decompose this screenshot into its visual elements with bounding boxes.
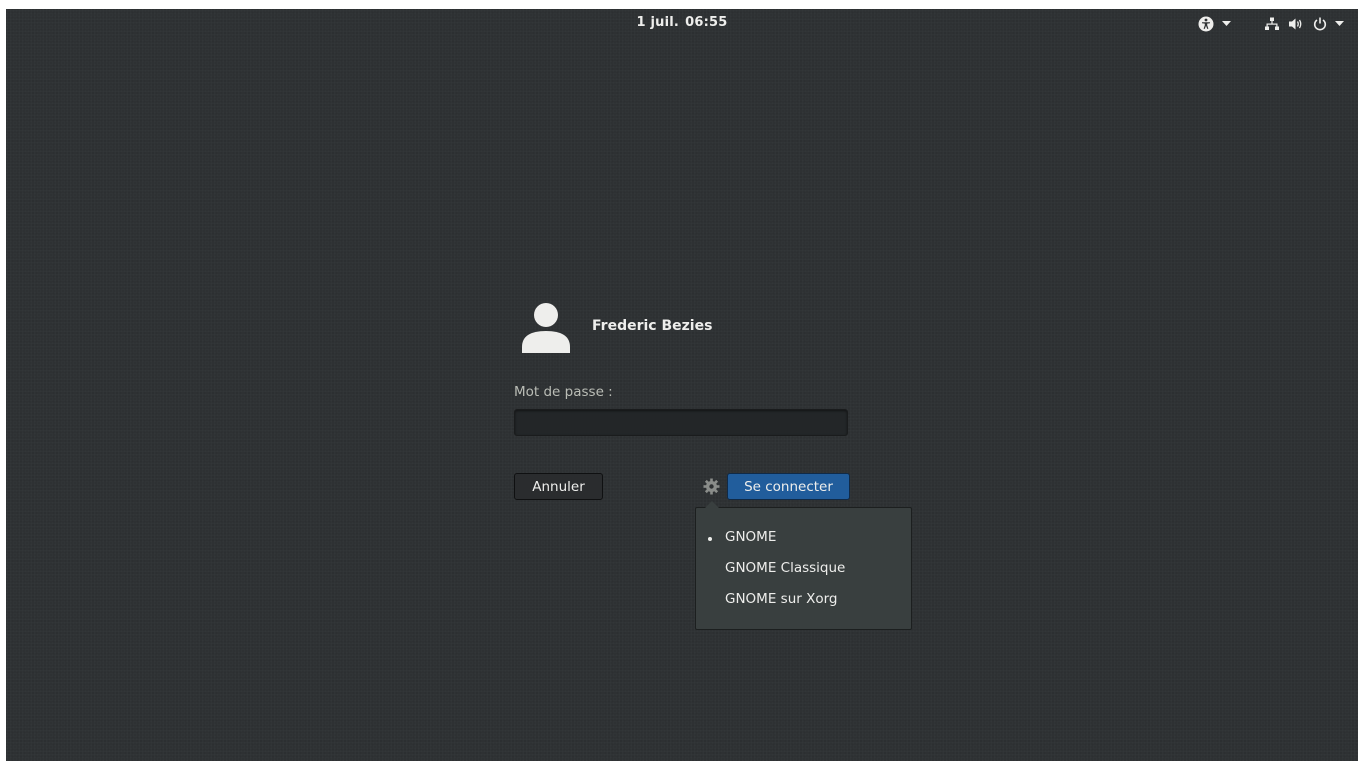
chevron-down-icon (1335, 21, 1344, 27)
accessibility-icon (1198, 16, 1214, 32)
clock-date: 1 juil. (636, 15, 680, 30)
login-button[interactable]: Se connecter (727, 473, 850, 500)
password-field[interactable] (514, 409, 848, 436)
top-bar: 1 juil. 06:55 (6, 9, 1358, 39)
user-name: Frederic Bezies (592, 318, 713, 334)
login-screen: 1 juil. 06:55 Frederic Bezies Mot de pas… (6, 9, 1358, 761)
cancel-button[interactable]: Annuler (514, 473, 603, 500)
selected-bullet-icon (708, 537, 712, 541)
session-item-gnome-classique[interactable]: GNOME Classique (725, 560, 845, 576)
menu-arrow (705, 501, 719, 508)
chevron-down-icon (1222, 21, 1231, 27)
session-settings-button[interactable] (703, 478, 720, 495)
gear-icon (703, 478, 720, 499)
clock-time: 06:55 (685, 15, 728, 30)
session-menu: GNOME GNOME Classique GNOME sur Xorg (695, 501, 912, 630)
clock[interactable]: 1 juil. 06:55 (6, 15, 1358, 30)
network-icon (1265, 17, 1279, 31)
system-tray (1198, 15, 1344, 33)
accessibility-menu[interactable] (1198, 15, 1231, 33)
session-item-gnome-xorg[interactable]: GNOME sur Xorg (725, 591, 837, 607)
volume-icon (1288, 17, 1304, 31)
session-item-gnome[interactable]: GNOME (725, 529, 776, 545)
status-menu[interactable] (1265, 15, 1344, 33)
power-icon (1313, 17, 1327, 31)
avatar (520, 301, 572, 353)
user-icon (520, 303, 572, 357)
password-label: Mot de passe : (514, 384, 613, 400)
